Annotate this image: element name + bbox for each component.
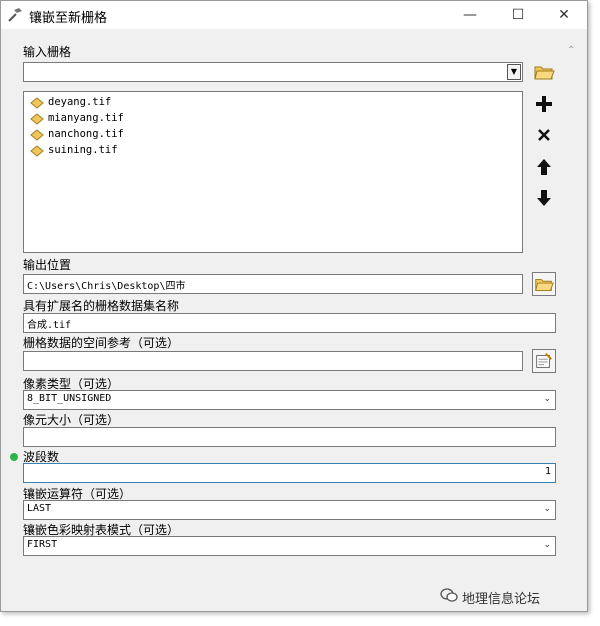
scroll-up-icon[interactable]: ⌃ [567, 45, 575, 56]
properties-icon[interactable] [532, 349, 556, 373]
window-title: 镶嵌至新栅格 [29, 11, 108, 26]
move-up-icon[interactable] [532, 155, 556, 179]
watermark-text: 地理信息论坛 [462, 592, 541, 607]
spatial-reference-label: 栅格数据的空间参考（可选） [23, 336, 180, 350]
title-bar: 镶嵌至新栅格 — ☐ ✕ [1, 1, 587, 29]
input-rasters-label: 输入栅格 [23, 45, 72, 59]
maximize-button[interactable]: ☐ [495, 1, 541, 29]
input-rasters-list[interactable]: deyang.tif mianyang.tif nanchong.tif sui… [23, 91, 523, 253]
output-location-input[interactable]: C:\Users\Chris\Desktop\四市 [23, 274, 523, 294]
move-down-icon[interactable] [532, 186, 556, 210]
raster-dataset-icon [30, 113, 44, 125]
raster-dataset-icon [30, 97, 44, 109]
cell-size-label: 像元大小（可选） [23, 413, 120, 427]
cell-size-input[interactable] [23, 427, 556, 447]
spatial-reference-input[interactable] [23, 351, 523, 371]
chevron-down-icon: ⌄ [543, 504, 551, 514]
chevron-down-icon: ⌄ [543, 540, 551, 550]
colormap-mode-select[interactable]: FIRST ⌄ [23, 536, 556, 556]
minimize-button[interactable]: — [447, 1, 493, 29]
browse-folder-icon[interactable] [532, 60, 556, 84]
dataset-name-input[interactable]: 合成.tif [23, 313, 556, 333]
dataset-name-label: 具有扩展名的栅格数据集名称 [23, 299, 180, 313]
band-count-input[interactable]: 1 [23, 463, 556, 483]
raster-dataset-icon [30, 145, 44, 157]
input-rasters-combobox[interactable]: ▼ [23, 62, 523, 82]
output-location-label: 输出位置 [23, 258, 72, 272]
raster-dataset-icon [30, 129, 44, 141]
close-button[interactable]: ✕ [541, 1, 587, 29]
chevron-down-icon: ⌄ [543, 394, 551, 404]
add-icon[interactable] [532, 92, 556, 116]
pixel-type-select[interactable]: 8_BIT_UNSIGNED ⌄ [23, 390, 556, 410]
required-indicator-icon [10, 453, 18, 461]
wechat-icon [440, 588, 458, 602]
hammer-icon [8, 8, 22, 22]
dropdown-arrow-icon[interactable]: ▼ [507, 64, 521, 80]
mosaic-dialog: 镶嵌至新栅格 — ☐ ✕ ⌃ 输入栅格 ▼ deyang.tif mianyan… [0, 0, 588, 612]
browse-folder-icon[interactable] [532, 272, 556, 296]
remove-icon[interactable] [532, 123, 556, 147]
mosaic-operator-select[interactable]: LAST ⌄ [23, 500, 556, 520]
